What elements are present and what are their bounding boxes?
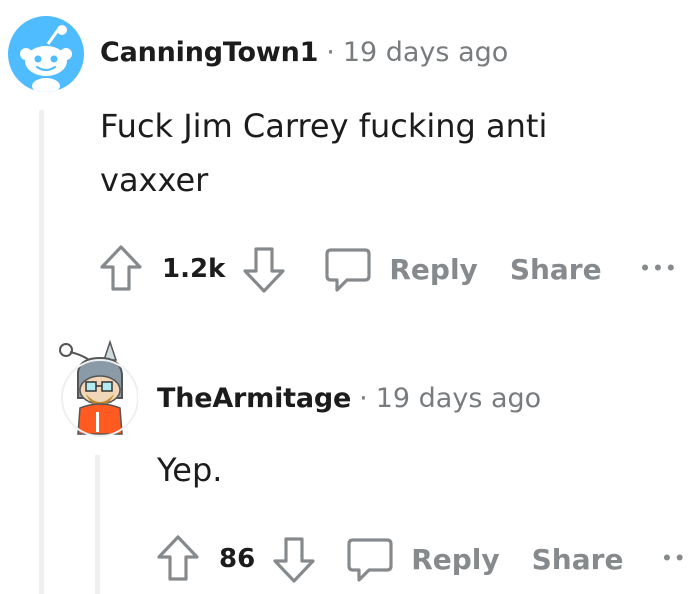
upvote-arrow-icon <box>100 245 142 291</box>
thread-line-reply[interactable] <box>95 455 100 594</box>
more-options-icon[interactable]: ••• <box>640 259 679 279</box>
downvote-button[interactable] <box>271 531 317 587</box>
snoo-avatar-icon <box>20 25 72 92</box>
downvote-arrow-icon <box>243 247 285 293</box>
timestamp[interactable]: 19 days ago <box>343 37 508 68</box>
comment-2-meta: TheArmitage · 19 days ago <box>157 383 541 414</box>
comment-body-line: Fuck Jim Carrey fucking anti <box>100 107 548 145</box>
comment-body-line: Yep. <box>157 451 223 489</box>
downvote-arrow-icon <box>273 537 315 583</box>
share-button[interactable]: Share <box>510 253 602 286</box>
thread-line-top[interactable] <box>39 110 44 594</box>
meta-separator: · <box>326 37 335 68</box>
comment-1-body: Fuck Jim Carrey fucking anti vaxxer <box>100 99 547 207</box>
comment-1-actions: 1.2k Reply Share ••• <box>98 241 678 297</box>
vote-count: 86 <box>219 544 256 574</box>
username[interactable]: CanningTown1 <box>100 37 318 68</box>
avatar-thearmitage[interactable] <box>59 339 138 437</box>
reply-button[interactable]: Reply <box>347 534 500 584</box>
custom-snoo-avatar-icon <box>59 339 138 437</box>
downvote-button[interactable] <box>241 241 287 297</box>
upvote-button[interactable] <box>155 531 201 587</box>
avatar-canningtown1[interactable] <box>8 16 84 92</box>
upvote-button[interactable] <box>98 241 144 297</box>
username[interactable]: TheArmitage <box>157 383 351 414</box>
reply-label: Reply <box>411 542 500 576</box>
more-options-icon[interactable]: •• <box>661 549 687 569</box>
comment-2-actions: 86 Reply Share •• <box>155 531 687 587</box>
share-button[interactable]: Share <box>532 543 624 576</box>
reply-label: Reply <box>389 252 478 286</box>
meta-separator: · <box>359 383 368 414</box>
reply-button[interactable]: Reply <box>325 244 478 294</box>
vote-count: 1.2k <box>162 254 226 284</box>
comment-body-line: vaxxer <box>100 161 209 199</box>
comment-2-body: Yep. <box>157 443 222 497</box>
timestamp[interactable]: 19 days ago <box>376 383 541 414</box>
comment-1-meta: CanningTown1 · 19 days ago <box>100 37 508 68</box>
comment-bubble-icon <box>325 248 371 292</box>
comment-bubble-icon <box>347 538 393 582</box>
upvote-arrow-icon <box>157 535 199 581</box>
